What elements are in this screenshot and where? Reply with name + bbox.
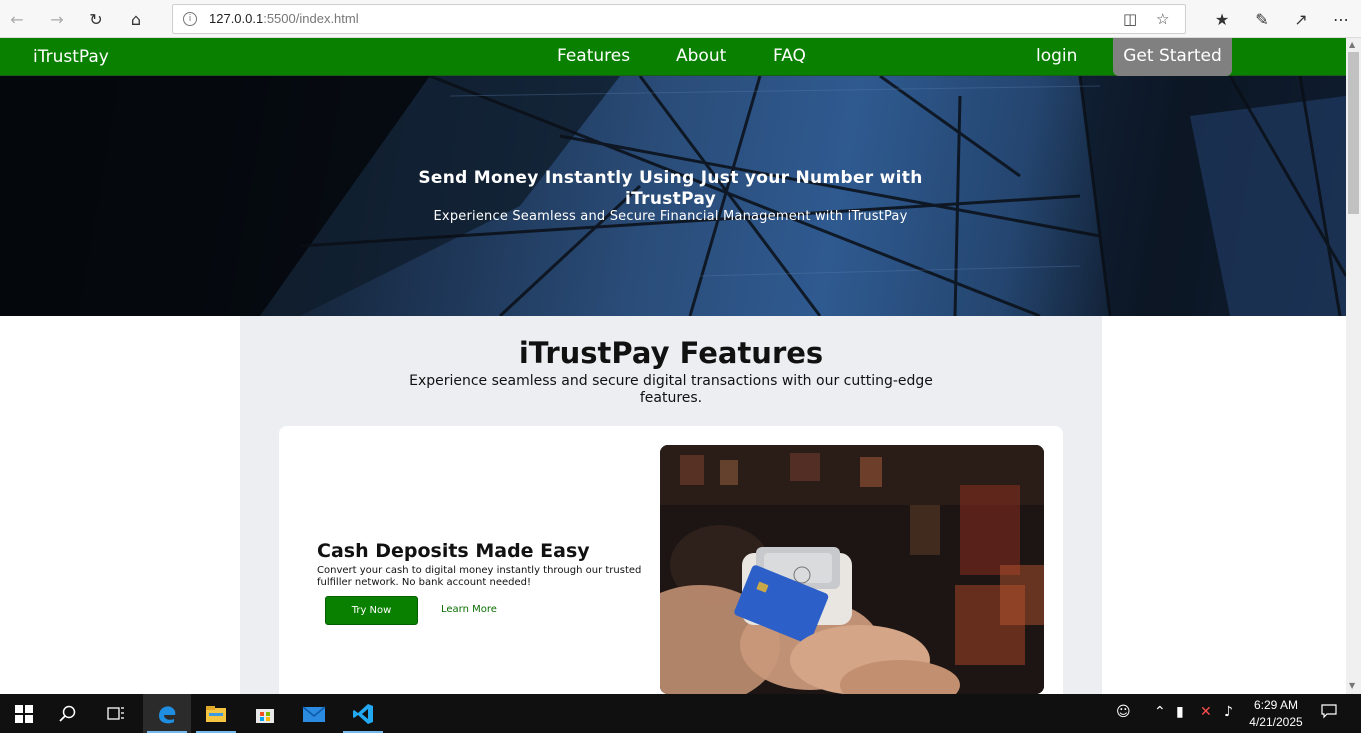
network-error-icon[interactable]: ✕ [1200, 704, 1212, 720]
page-viewport: iTrustPay Features About FAQ login Get S… [0, 38, 1346, 694]
browser-toolbar: ← → ↻ ⌂ i 127.0.0.1:5500/index.html ◫ ☆ … [0, 0, 1361, 38]
edge-icon[interactable] [143, 694, 191, 733]
file-explorer-icon[interactable] [192, 694, 240, 733]
share-icon[interactable]: ↗ [1288, 6, 1314, 32]
hero-title: Send Money Instantly Using Just your Num… [418, 168, 923, 209]
scroll-down-icon[interactable]: ▼ [1349, 681, 1355, 690]
more-icon[interactable]: ⋯ [1328, 6, 1354, 32]
favorites-list-icon[interactable]: ★ [1209, 6, 1235, 32]
get-started-button[interactable]: Get Started [1113, 38, 1232, 76]
search-icon[interactable] [44, 694, 92, 733]
home-icon[interactable]: ⌂ [123, 6, 149, 32]
url-text[interactable]: 127.0.0.1:5500/index.html [209, 11, 359, 26]
nav-link-features[interactable]: Features [557, 46, 630, 66]
features-subtitle: Experience seamless and secure digital t… [409, 373, 933, 406]
site-navbar: iTrustPay Features About FAQ login Get S… [0, 38, 1346, 76]
vscode-icon[interactable] [339, 694, 387, 733]
learn-more-link[interactable]: Learn More [441, 604, 497, 615]
reading-view-icon[interactable]: ◫ [1123, 10, 1137, 28]
battery-icon[interactable]: ▮ [1176, 704, 1184, 720]
feature-card: Cash Deposits Made Easy Convert your cas… [279, 426, 1063, 694]
pen-icon[interactable]: ✎ [1249, 6, 1275, 32]
back-icon[interactable]: ← [4, 6, 30, 32]
store-icon[interactable] [241, 694, 289, 733]
try-now-button[interactable]: Try Now [325, 596, 418, 625]
features-title: iTrustPay Features [518, 336, 824, 370]
page-scrollbar[interactable]: ▲ ▼ [1346, 38, 1361, 694]
start-icon[interactable] [0, 694, 48, 733]
features-section: iTrustPay Features Experience seamless a… [240, 316, 1102, 694]
windows-taskbar: ☺ ⌃ ▮ ✕ ♪ 6:29 AM 4/21/2025 [0, 694, 1361, 733]
card-payment-terminal-photo [660, 445, 1044, 694]
brand-logo[interactable]: iTrustPay [33, 47, 109, 67]
forward-icon[interactable]: → [44, 6, 70, 32]
clock-date: 4/21/2025 [1249, 715, 1303, 729]
task-view-icon[interactable] [92, 694, 140, 733]
feature-card-description: Convert your cash to digital money insta… [317, 565, 642, 588]
refresh-icon[interactable]: ↻ [83, 6, 109, 32]
favorite-star-icon[interactable]: ☆ [1156, 10, 1169, 28]
nav-link-faq[interactable]: FAQ [773, 46, 806, 66]
notifications-icon[interactable] [1321, 703, 1337, 723]
hero-banner: Send Money Instantly Using Just your Num… [0, 76, 1346, 316]
scrollbar-thumb[interactable] [1348, 52, 1359, 214]
info-icon[interactable]: i [183, 12, 197, 26]
feature-card-title: Cash Deposits Made Easy [317, 540, 590, 562]
url-host: 127.0.0.1 [209, 11, 264, 26]
nav-link-about[interactable]: About [676, 46, 726, 66]
clock-time: 6:29 AM [1253, 698, 1299, 712]
hero-subtitle: Experience Seamless and Secure Financial… [433, 209, 908, 224]
login-link[interactable]: login [1036, 46, 1077, 66]
system-clock[interactable]: 6:29 AM 4/21/2025 [1245, 697, 1307, 731]
mail-icon[interactable] [290, 694, 338, 733]
payment-photo-illustration [660, 445, 1044, 694]
people-icon[interactable]: ☺ [1116, 704, 1131, 720]
url-path: :5500/index.html [263, 11, 359, 26]
volume-icon[interactable]: ♪ [1224, 704, 1233, 720]
address-bar[interactable]: i 127.0.0.1:5500/index.html ◫ ☆ [172, 4, 1186, 34]
chevron-up-icon[interactable]: ⌃ [1154, 704, 1166, 720]
scroll-up-icon[interactable]: ▲ [1349, 40, 1355, 49]
